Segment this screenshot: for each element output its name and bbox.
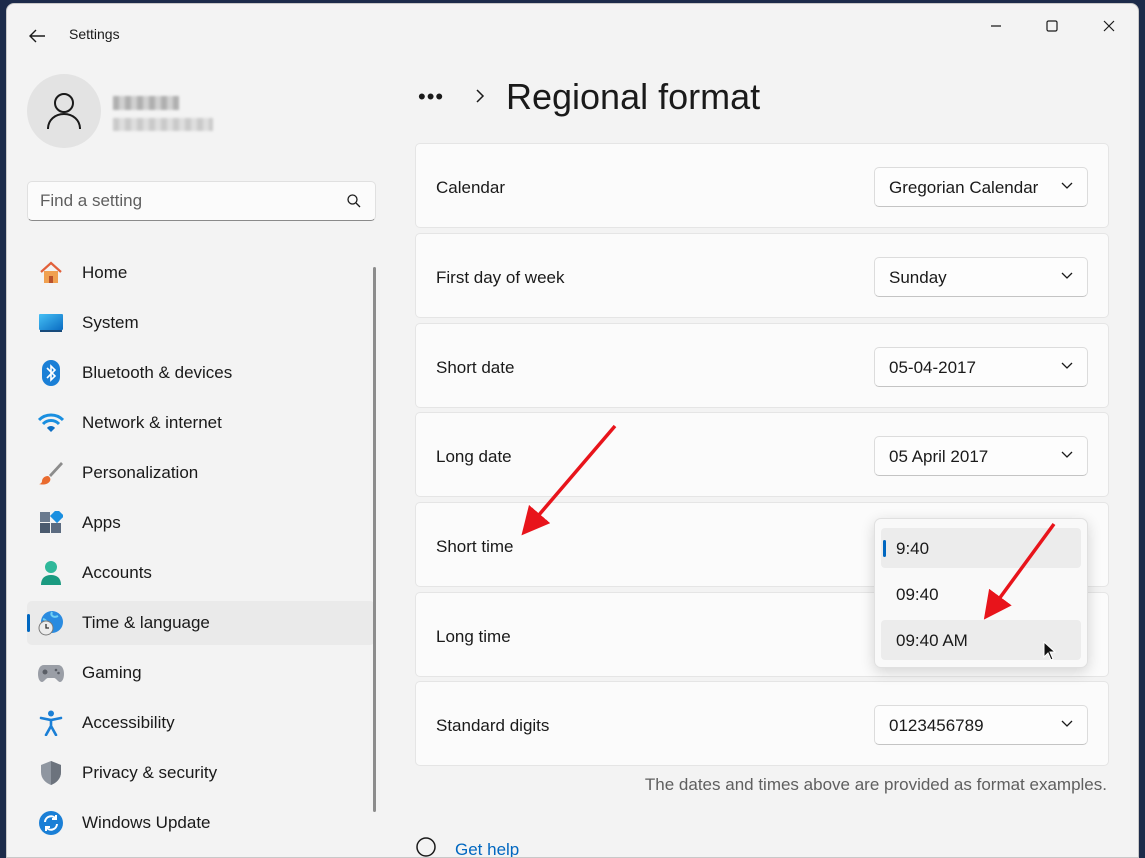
search-input[interactable]	[40, 191, 330, 211]
get-help-link[interactable]: Get help	[455, 840, 519, 857]
setting-first-day-of-week: First day of week Sunday	[415, 233, 1109, 318]
chevron-down-icon	[1061, 720, 1073, 727]
chevron-down-icon	[1061, 272, 1073, 279]
sidebar-item-windows-update[interactable]: Windows Update	[27, 801, 375, 845]
back-button[interactable]	[23, 22, 51, 50]
help-icon	[416, 837, 436, 857]
apps-icon	[38, 510, 64, 536]
standard-digits-dropdown[interactable]: 0123456789	[874, 705, 1088, 745]
page-title: Regional format	[506, 76, 761, 117]
accounts-icon	[38, 560, 64, 586]
search-box[interactable]	[27, 181, 376, 221]
app-title: Settings	[69, 26, 120, 42]
long-date-dropdown[interactable]: 05 April 2017	[874, 436, 1088, 476]
settings-window: Settings Home System Bluetooth & devices	[6, 3, 1139, 858]
shield-icon	[38, 760, 64, 786]
time-language-icon	[38, 610, 64, 636]
short-date-dropdown[interactable]: 05-04-2017	[874, 347, 1088, 387]
minimize-button[interactable]	[968, 10, 1024, 42]
account-email-redacted	[113, 118, 213, 131]
maximize-button[interactable]	[1024, 10, 1080, 42]
setting-long-date: Long date 05 April 2017	[415, 412, 1109, 497]
format-footnote: The dates and times above are provided a…	[644, 775, 1107, 794]
brush-icon	[38, 460, 64, 486]
minimize-icon	[991, 25, 1001, 27]
sidebar-item-home[interactable]: Home	[27, 251, 375, 295]
system-icon	[38, 310, 64, 336]
chevron-down-icon	[1061, 362, 1073, 369]
update-icon	[38, 810, 64, 836]
breadcrumb-overflow[interactable]: •••	[418, 84, 444, 110]
maximize-icon	[1046, 20, 1058, 32]
bluetooth-icon	[38, 360, 64, 386]
chevron-right-icon	[476, 89, 485, 103]
chevron-down-icon	[1061, 451, 1073, 458]
sidebar-item-personalization[interactable]: Personalization	[27, 451, 375, 495]
short-time-option[interactable]: 9:40	[881, 528, 1081, 568]
back-arrow-icon	[29, 29, 45, 43]
sidebar-item-accounts[interactable]: Accounts	[27, 551, 375, 595]
close-button[interactable]	[1081, 10, 1137, 42]
mouse-cursor-icon	[1043, 641, 1057, 661]
sidebar-item-time-language[interactable]: Time & language	[27, 601, 375, 645]
first-day-dropdown[interactable]: Sunday	[874, 257, 1088, 297]
accessibility-icon	[38, 710, 64, 736]
sidebar-item-system[interactable]: System	[27, 301, 375, 345]
account-name-redacted	[113, 96, 179, 110]
sidebar-item-network[interactable]: Network & internet	[27, 401, 375, 445]
sidebar-item-gaming[interactable]: Gaming	[27, 651, 375, 695]
short-time-option[interactable]: 09:40	[881, 574, 1081, 614]
avatar[interactable]	[27, 74, 101, 148]
setting-calendar: Calendar Gregorian Calendar	[415, 143, 1109, 228]
sidebar-item-privacy[interactable]: Privacy & security	[27, 751, 375, 795]
sidebar-item-bluetooth[interactable]: Bluetooth & devices	[27, 351, 375, 395]
setting-standard-digits: Standard digits 0123456789	[415, 681, 1109, 766]
home-icon	[38, 260, 64, 286]
sidebar-item-accessibility[interactable]: Accessibility	[27, 701, 375, 745]
sidebar-item-apps[interactable]: Apps	[27, 501, 375, 545]
sidebar-nav: Home System Bluetooth & devices Network …	[27, 251, 375, 851]
close-icon	[1103, 20, 1115, 32]
chevron-down-icon	[1061, 182, 1073, 189]
wifi-icon	[38, 410, 64, 436]
sidebar-scrollbar[interactable]	[373, 267, 376, 812]
search-icon[interactable]	[347, 194, 361, 208]
calendar-dropdown[interactable]: Gregorian Calendar	[874, 167, 1088, 207]
setting-short-date: Short date 05-04-2017	[415, 323, 1109, 408]
gamepad-icon	[38, 660, 64, 686]
user-icon	[47, 93, 81, 130]
